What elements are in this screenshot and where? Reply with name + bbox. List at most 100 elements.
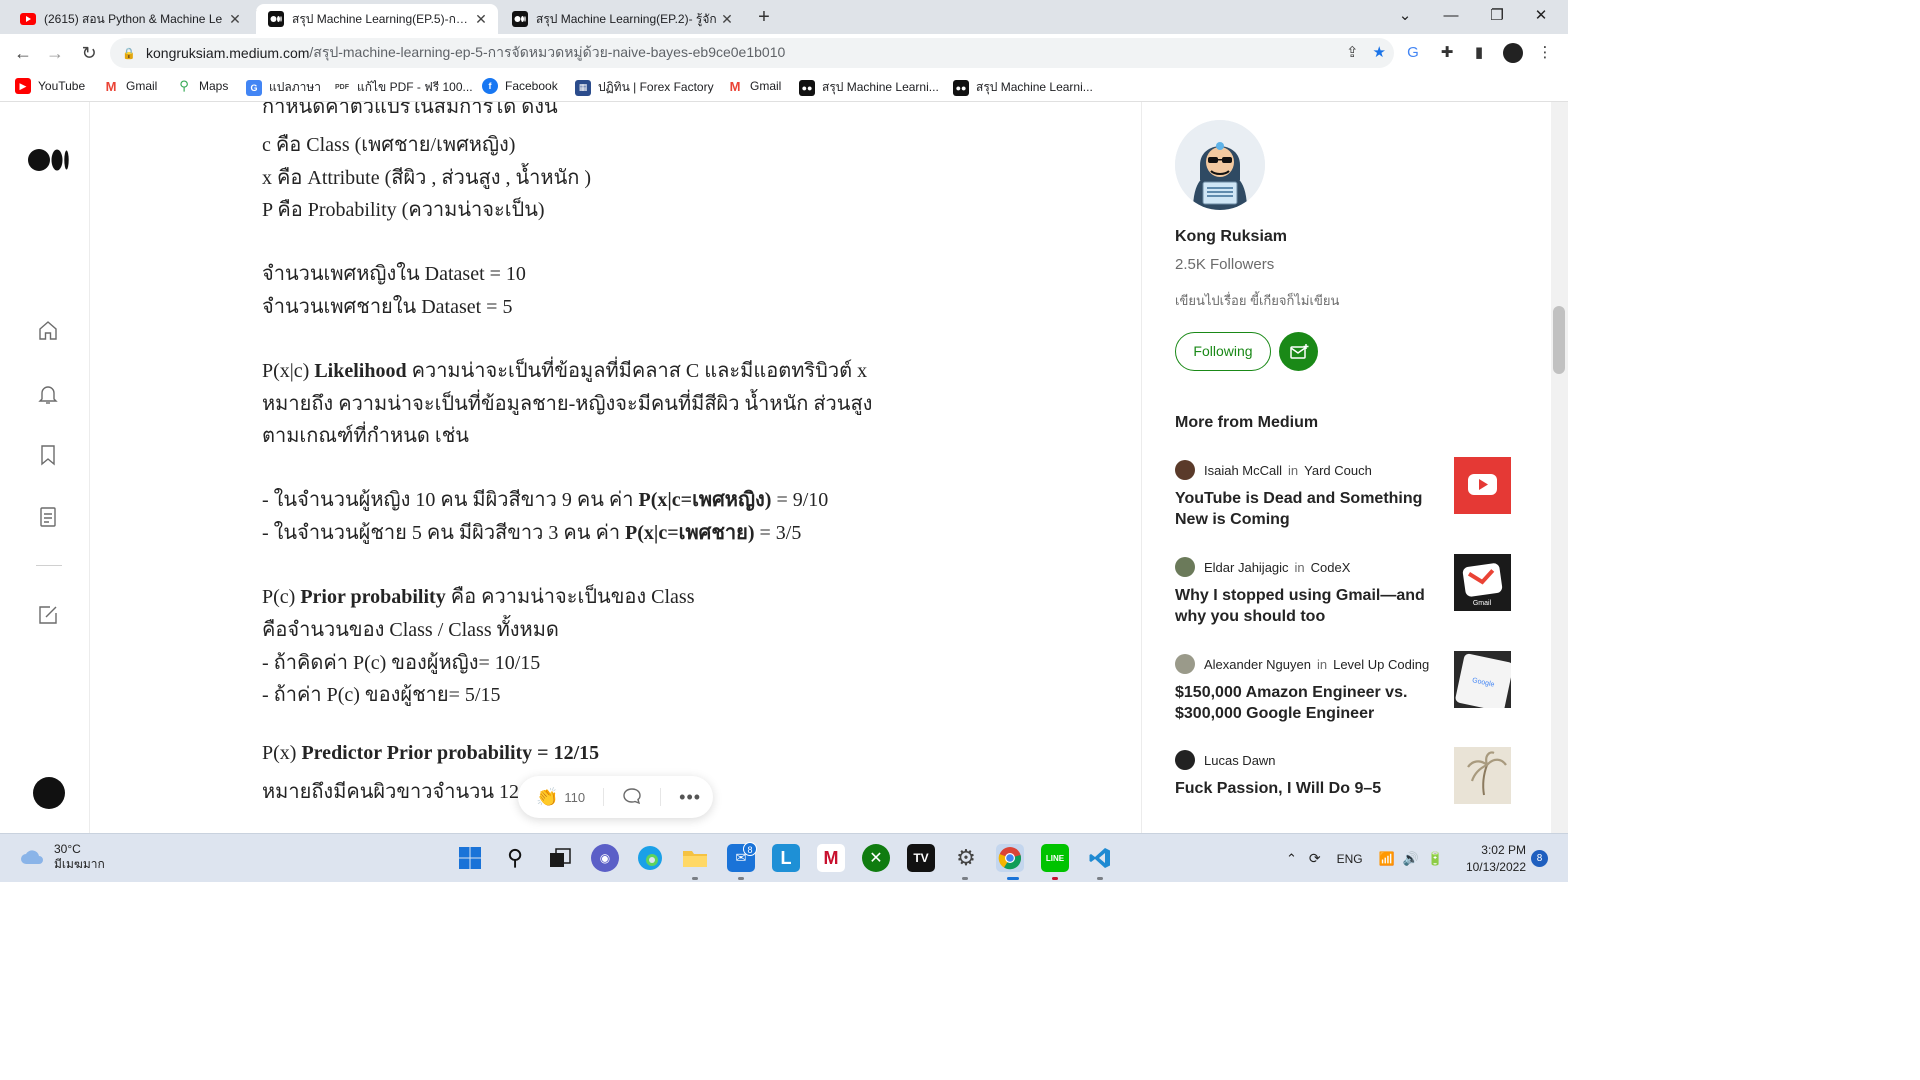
tradingview-icon[interactable]: TV [907,844,935,872]
bookmark-label: YouTube [38,79,86,93]
rec-author[interactable]: Lucas Dawn [1204,753,1276,768]
minimize-icon[interactable]: — [1428,0,1474,34]
line-app-icon[interactable]: LINE [1041,844,1069,872]
reload-icon[interactable]: ↻ [76,41,102,65]
youtube-thumb[interactable] [1454,457,1511,514]
chrome-icon[interactable] [996,844,1024,872]
tab-youtube[interactable]: (2615) สอน Python & Machine Le ✕ [8,4,252,34]
bookmark-forex[interactable]: ▦ ปฏิทิน | Forex Factory [575,78,714,97]
maps-icon: ⚲ [176,78,192,94]
notifications-bell-icon[interactable] [36,382,60,406]
language-indicator[interactable]: ENG [1337,852,1363,866]
settings-gear-icon[interactable]: ⚙ [952,844,980,872]
palm-thumb[interactable] [1454,747,1511,804]
bookmark-label: Gmail [750,79,782,93]
bookmark-pdf[interactable]: PDF แก้ไข PDF - ฟรี 100... [334,78,473,97]
extensions-puzzle-icon[interactable]: ✚ [1436,42,1458,64]
sync-icon[interactable]: ⟳ [1309,850,1321,867]
stories-document-icon[interactable] [36,505,60,529]
recommended-story[interactable]: Alexander Nguyen in Level Up Coding $150… [1175,651,1515,724]
chat-icon[interactable]: ◉ [591,844,619,872]
tab-ep2[interactable]: สรุป Machine Learning(EP.2)- รู้จัก ✕ [500,4,744,34]
bookmark-gmail-2[interactable]: M Gmail [727,78,781,94]
side-panel-icon[interactable]: ▮ [1468,42,1490,64]
task-view-icon[interactable] [546,844,574,872]
rec-author[interactable]: Alexander Nguyen [1204,657,1311,672]
cloud-icon [21,850,43,864]
recommended-story[interactable]: Lucas Dawn Fuck Passion, I Will Do 9–5 [1175,747,1515,804]
chevron-up-icon[interactable]: ⌃ [1286,851,1297,867]
following-button[interactable]: Following [1175,332,1271,371]
rec-author[interactable]: Eldar Jahijagic [1204,560,1289,575]
rec-title[interactable]: Fuck Passion, I Will Do 9–5 [1175,778,1445,799]
wifi-icon[interactable]: 📶 [1379,851,1395,867]
rec-title[interactable]: Why I stopped using Gmail—and why you sh… [1175,585,1445,627]
followers-count[interactable]: 2.5K Followers [1175,256,1274,273]
home-icon[interactable] [36,319,60,343]
volume-icon[interactable]: 🔊 [1403,851,1419,867]
search-icon[interactable]: ⚲ [501,844,529,872]
bookmark-facebook[interactable]: f Facebook [482,78,558,94]
user-avatar[interactable] [33,777,65,809]
tab-search-icon[interactable]: ⌄ [1382,0,1428,34]
mcafee-icon[interactable]: M [817,844,845,872]
author-avatar[interactable] [1175,120,1265,210]
author-name[interactable]: Kong Ruksiam [1175,228,1287,246]
battery-icon[interactable]: 🔋 [1427,851,1443,867]
bookmark-medium-1[interactable]: ●● สรุป Machine Learni... [799,78,939,97]
vscode-icon[interactable] [1086,844,1114,872]
translate-extension-icon[interactable]: G [1402,42,1424,64]
phone-google-thumb[interactable]: Google [1454,651,1511,708]
file-explorer-icon[interactable] [681,844,709,872]
rec-publication[interactable]: Yard Couch [1304,463,1372,478]
bookmark-youtube[interactable]: ▶ YouTube [15,78,85,94]
rec-in: in [1294,559,1305,575]
windows-start-icon[interactable] [456,844,484,872]
edge-browser-icon[interactable] [636,844,664,872]
more-options-icon[interactable]: ••• [679,787,701,808]
close-tab-icon[interactable]: ✕ [226,11,244,28]
rec-publication[interactable]: Level Up Coding [1333,657,1429,672]
bookmark-translate[interactable]: G แปลภาษา [246,78,321,97]
close-tab-icon[interactable]: ✕ [718,11,736,28]
recommended-story[interactable]: Eldar Jahijagic in CodeX Why I stopped u… [1175,554,1515,627]
system-clock[interactable]: 3:02 PM 10/13/2022 [1464,842,1526,876]
subscribe-email-button[interactable] [1279,332,1318,371]
new-tab-button[interactable]: + [752,6,776,30]
page-scrollbar-thumb[interactable] [1553,306,1565,374]
close-window-icon[interactable]: ✕ [1518,0,1564,34]
restore-icon[interactable]: ❐ [1474,0,1520,34]
taskbar-running-indicator [1052,877,1058,880]
clap-hands-icon[interactable]: 👏 [536,787,558,808]
recommended-story[interactable]: Isaiah McCall in Yard Couch YouTube is D… [1175,457,1515,530]
menu-kebab-icon[interactable]: ⋮ [1534,42,1556,64]
profile-avatar-icon[interactable] [1502,42,1524,64]
l-app-icon[interactable]: L [772,844,800,872]
close-tab-icon[interactable]: ✕ [472,11,490,28]
rec-author[interactable]: Isaiah McCall [1204,463,1282,478]
share-icon[interactable]: ⇪ [1346,43,1359,61]
weather-widget[interactable]: 30°C มีเมฆมาก [18,842,105,872]
bookmark-medium-2[interactable]: ●● สรุป Machine Learni... [953,78,1093,97]
forward-icon[interactable]: → [42,41,68,65]
write-edit-icon[interactable] [36,603,60,627]
temperature: 30°C [54,842,81,856]
tab-active-article[interactable]: สรุป Machine Learning(EP.5)-การจั ✕ [256,4,498,34]
bookmark-star-icon[interactable]: ★ [1373,43,1386,61]
rec-title[interactable]: YouTube is Dead and Something New is Com… [1175,488,1445,530]
xbox-icon[interactable]: ✕ [862,844,890,872]
page-scrollbar[interactable] [1551,102,1568,833]
medium-icon: ●● [799,79,815,96]
bookmarks-list-icon[interactable] [36,443,60,467]
back-icon[interactable]: ← [10,41,36,65]
address-bar[interactable]: 🔒 kongruksiam.medium.com /สรุป-machine-l… [110,38,1394,68]
comment-bubble-icon[interactable] [622,787,642,808]
rec-publication[interactable]: CodeX [1311,560,1351,575]
bookmark-gmail[interactable]: M Gmail [103,78,157,94]
bookmark-maps[interactable]: ⚲ Maps [176,78,228,94]
facebook-icon: f [482,78,498,94]
notification-badge[interactable]: 8 [1531,850,1548,867]
gmail-thumb[interactable]: Gmail [1454,554,1511,611]
rec-title[interactable]: $150,000 Amazon Engineer vs. $300,000 Go… [1175,682,1445,724]
medium-logo-icon[interactable] [28,148,70,172]
